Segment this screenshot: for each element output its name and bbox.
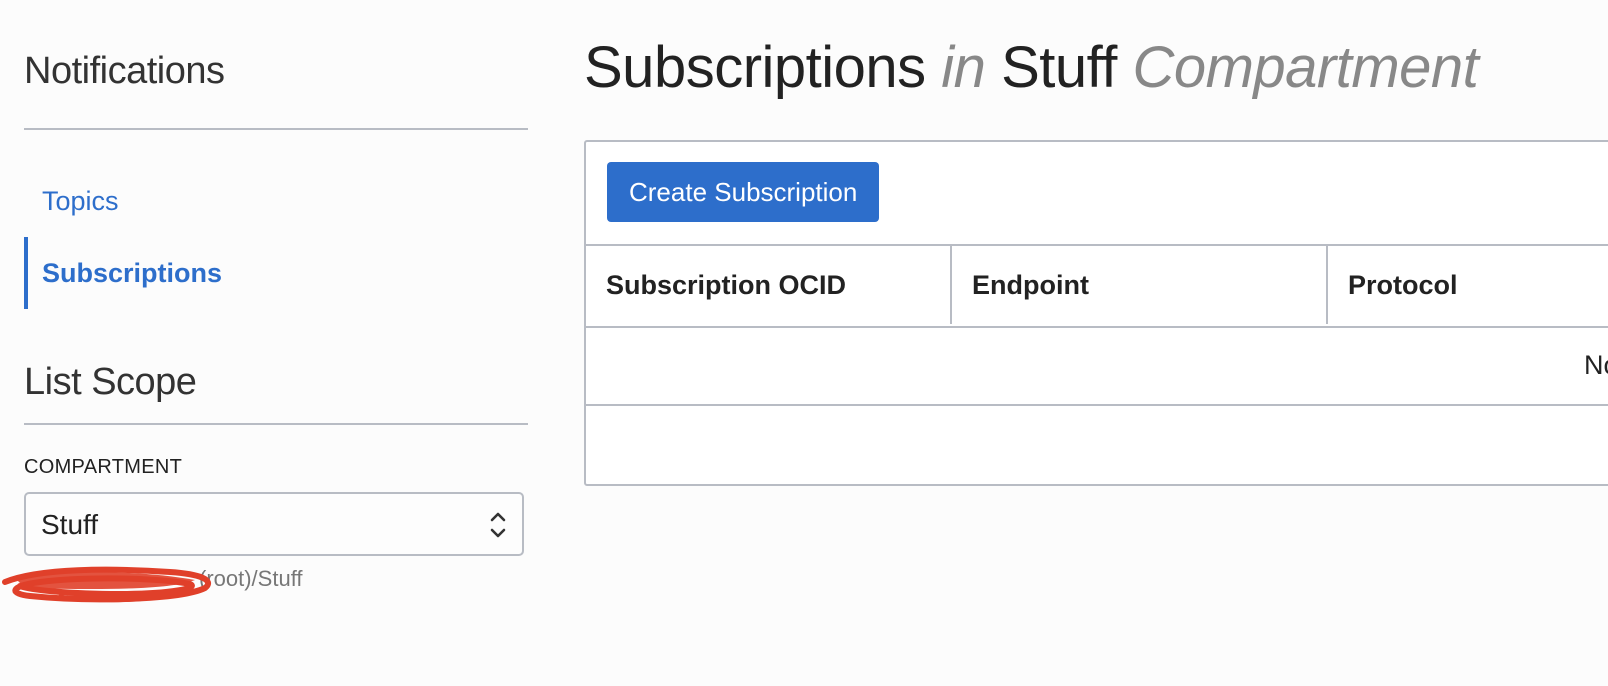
sidebar-title: Notifications [24,50,225,92]
compartment-label: COMPARTMENT [24,456,183,478]
table-empty-row: No [586,326,1608,406]
title-resource: Subscriptions [584,35,926,100]
column-header-endpoint[interactable]: Endpoint [952,246,1328,324]
title-compartment-name: Stuff [1001,35,1117,100]
sidebar-item-topics[interactable]: Topics [24,165,528,237]
title-in: in [941,35,986,100]
page-title: Subscriptions in Stuff Compartment [584,34,1479,101]
table-header: Subscription OCID Endpoint Protocol [586,244,1608,328]
sidebar-item-subscriptions[interactable]: Subscriptions [24,237,528,309]
select-updown-icon [490,512,506,538]
subscriptions-panel: Create Subscription Subscription OCID En… [584,140,1608,486]
empty-state-text: No [1584,350,1608,380]
create-subscription-button[interactable]: Create Subscription [607,162,880,222]
sidebar-divider [24,128,528,130]
page: Notifications Topics Subscriptions List … [0,0,1608,686]
list-scope-title: List Scope [24,361,197,403]
compartment-select[interactable]: Stuff [24,492,524,556]
scope-divider [24,423,528,425]
title-compartment-word: Compartment [1132,35,1479,100]
sidebar-nav: Topics Subscriptions [24,165,528,309]
compartment-select-value: Stuff [41,509,99,540]
column-header-subscription-ocid[interactable]: Subscription OCID [586,246,952,324]
column-header-protocol[interactable]: Protocol [1328,246,1608,324]
redaction-scribble [2,566,211,603]
main-content: Subscriptions in Stuff Compartment Creat… [584,0,1608,686]
